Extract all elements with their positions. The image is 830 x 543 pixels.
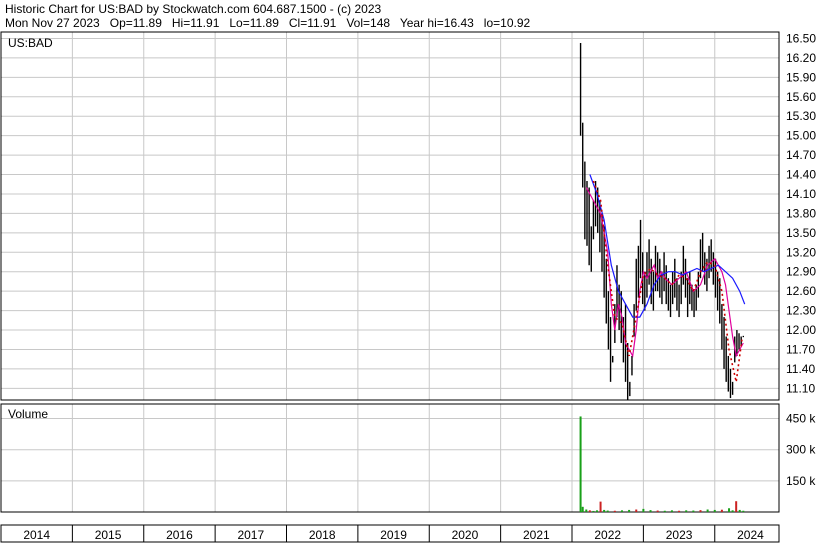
year-tick-label: 2015 bbox=[95, 528, 122, 542]
volume-tick-label: 450 k bbox=[786, 412, 816, 426]
volume-bar bbox=[606, 510, 609, 512]
year-tick-label: 2021 bbox=[523, 528, 550, 542]
year-tick-label: 2018 bbox=[309, 528, 336, 542]
year-tick-label: 2020 bbox=[452, 528, 479, 542]
volume-bar bbox=[595, 510, 598, 512]
volume-tick-label: 150 k bbox=[786, 474, 816, 488]
price-tick-label: 15.90 bbox=[786, 70, 816, 84]
price-tick-label: 11.10 bbox=[786, 381, 815, 395]
volume-bar bbox=[588, 510, 591, 512]
price-panel-frame bbox=[0, 31, 780, 401]
volume-bar bbox=[642, 508, 645, 512]
volume-axis-ticks: 450 k 300 k 150 k bbox=[786, 412, 816, 488]
price-tick-label: 11.70 bbox=[786, 342, 815, 356]
volume-bar bbox=[592, 510, 595, 512]
volume-bar bbox=[581, 506, 584, 512]
volume-panel-frame bbox=[0, 403, 780, 513]
volume-panel-label: Volume bbox=[8, 407, 48, 421]
year-tick-label: 2014 bbox=[23, 528, 50, 542]
stock-chart: US:BAD Volume 16.5016.2015.9015.6015.301… bbox=[0, 31, 816, 543]
volume-bar bbox=[728, 508, 731, 512]
price-gridlines bbox=[1, 32, 779, 400]
price-tick-label: 15.60 bbox=[786, 90, 816, 104]
volume-bar bbox=[613, 510, 616, 512]
volume-bar bbox=[742, 510, 745, 512]
price-tick-label: 12.90 bbox=[786, 265, 816, 279]
volume-bar bbox=[635, 509, 638, 512]
volume-bar bbox=[649, 510, 652, 512]
volume-bar bbox=[656, 510, 659, 512]
year-tick-label: 2017 bbox=[237, 528, 264, 542]
year-tick-label: 2024 bbox=[737, 528, 764, 542]
price-tick-label: 12.60 bbox=[786, 284, 816, 298]
volume-bar bbox=[663, 510, 666, 512]
price-tick-label: 16.50 bbox=[786, 31, 816, 45]
volume-bar bbox=[599, 501, 602, 512]
price-tick-label: 14.40 bbox=[786, 168, 816, 182]
price-tick-label: 14.10 bbox=[786, 187, 816, 201]
price-tick-label: 13.20 bbox=[786, 245, 816, 259]
price-tick-label: 14.70 bbox=[786, 148, 816, 162]
volume-tick-label: 300 k bbox=[786, 443, 816, 457]
year-axis-ticks: 2014 2015 2016 2017 2018 2019 2020 2021 2022 2023… bbox=[23, 525, 764, 542]
volume-bar bbox=[579, 416, 582, 512]
volume-gridlines bbox=[1, 404, 779, 512]
volume-bar bbox=[678, 510, 681, 512]
price-tick-label: 12.30 bbox=[786, 304, 816, 318]
price-panel-label: US:BAD bbox=[8, 36, 53, 50]
year-tick-label: 2019 bbox=[380, 528, 407, 542]
price-tick-label: 16.20 bbox=[786, 51, 816, 65]
volume-bar bbox=[731, 510, 734, 512]
price-tick-label: 11.40 bbox=[786, 362, 815, 376]
price-tick-label: 15.30 bbox=[786, 109, 816, 123]
price-axis-ticks: 16.50 16.20 15.90 15.60 15.30 15.00 14.70 14.40… bbox=[786, 31, 816, 395]
volume-bar bbox=[692, 510, 695, 512]
price-tick-label: 15.00 bbox=[786, 129, 816, 143]
volume-bar bbox=[738, 509, 741, 512]
volume-bar bbox=[720, 509, 723, 512]
year-tick-label: 2022 bbox=[594, 528, 621, 542]
volume-bars bbox=[579, 416, 745, 512]
volume-bar bbox=[603, 509, 606, 512]
volume-bar bbox=[706, 509, 709, 512]
volume-bar bbox=[628, 509, 631, 512]
volume-bar bbox=[620, 510, 623, 512]
year-tick-label: 2023 bbox=[666, 528, 693, 542]
volume-bar bbox=[585, 509, 588, 512]
volume-bar bbox=[685, 510, 688, 512]
volume-bar bbox=[735, 501, 738, 512]
moving-average-line bbox=[589, 174, 746, 318]
price-tick-label: 12.00 bbox=[786, 323, 816, 337]
volume-bar bbox=[713, 509, 716, 512]
price-tick-label: 13.50 bbox=[786, 226, 816, 240]
year-tick-label: 2016 bbox=[166, 528, 193, 542]
volume-bar bbox=[670, 510, 673, 512]
volume-bar bbox=[699, 510, 702, 512]
price-tick-label: 13.80 bbox=[786, 206, 816, 220]
